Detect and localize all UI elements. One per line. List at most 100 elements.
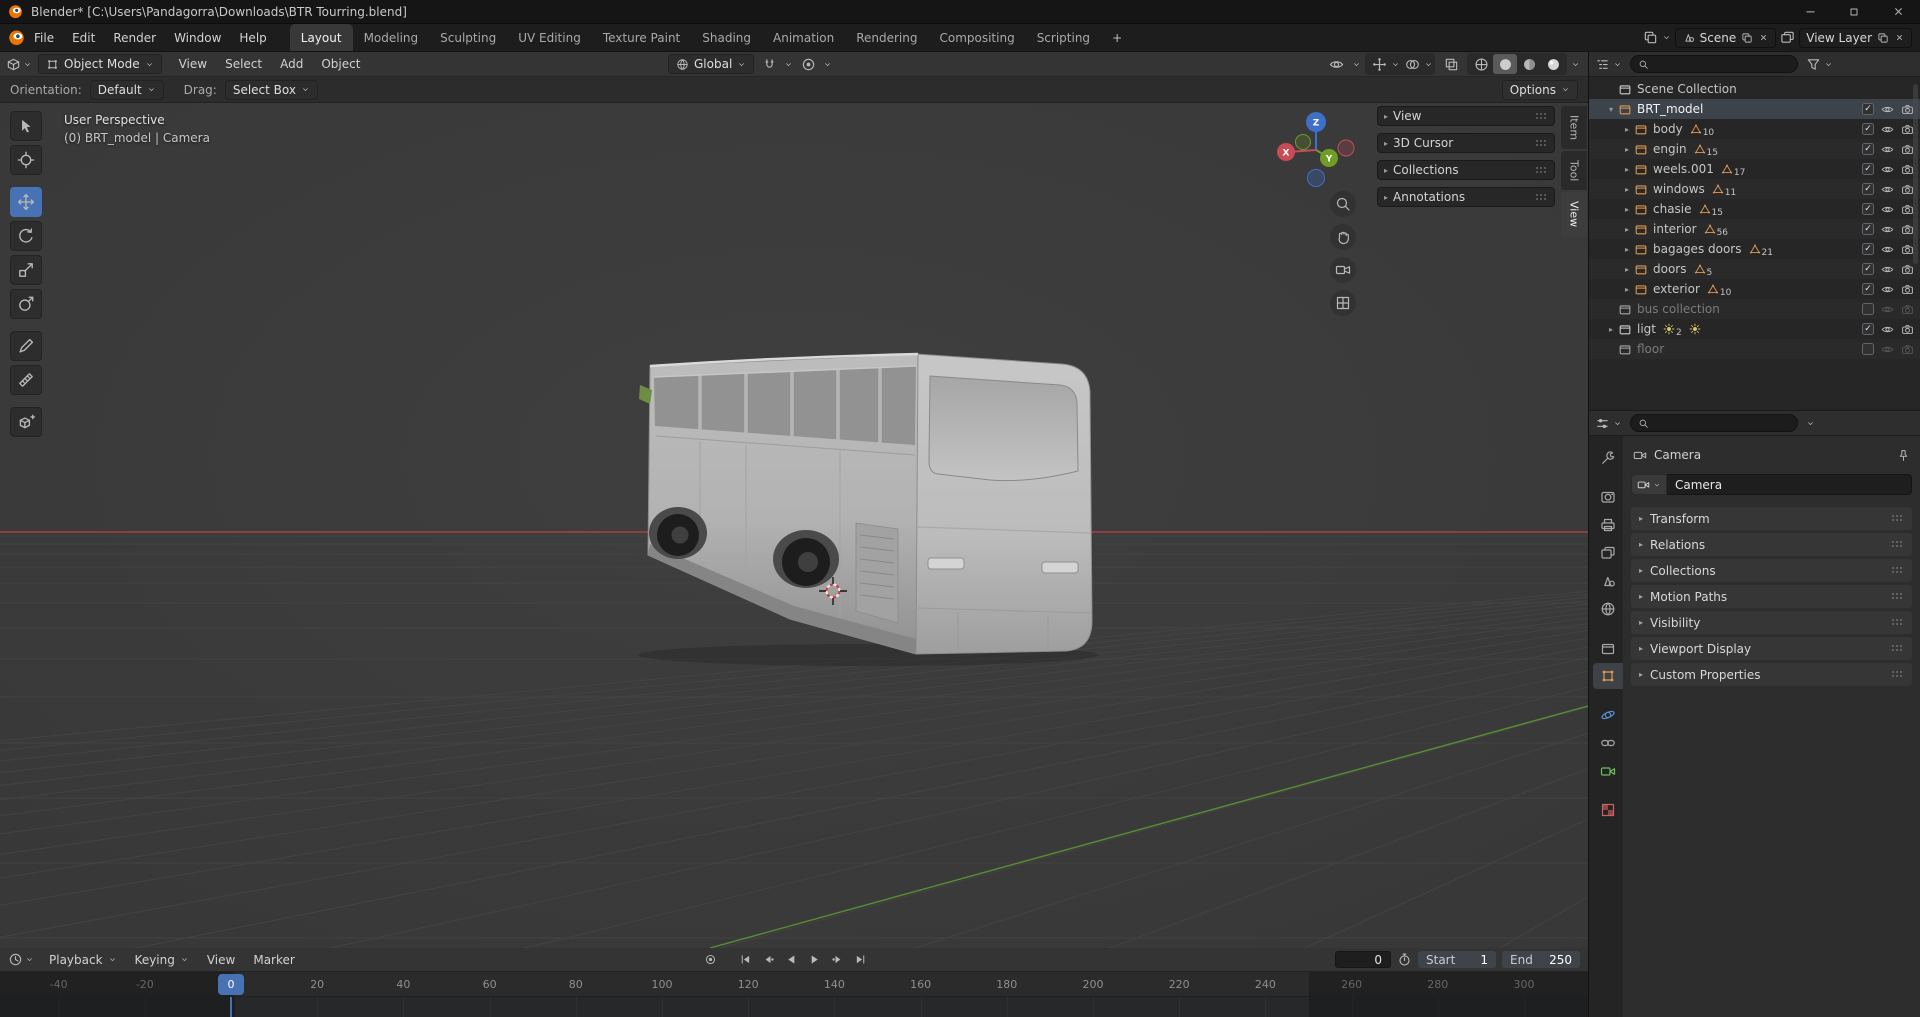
workspace-tab-compositing[interactable]: Compositing: [928, 24, 1025, 51]
tool-cursor[interactable]: [10, 145, 42, 175]
editor-type-chevron-icon[interactable]: [23, 60, 32, 69]
proportional-chevron-icon[interactable]: [823, 60, 832, 69]
exclude-checkbox[interactable]: [1862, 223, 1874, 235]
exclude-checkbox[interactable]: [1862, 103, 1874, 115]
workspace-tab-layout[interactable]: Layout: [290, 24, 353, 51]
timeline-editor-chevron-icon[interactable]: [25, 955, 34, 964]
proportional-editing-toggle[interactable]: [796, 54, 820, 74]
outliner-row-exterior[interactable]: ▸exterior10: [1589, 279, 1920, 299]
start-frame-field[interactable]: Start 1: [1418, 951, 1496, 968]
pin-icon[interactable]: [1897, 449, 1910, 462]
panel-viewport-display[interactable]: ▸Viewport Display: [1631, 637, 1912, 660]
panel-transform[interactable]: ▸Transform: [1631, 507, 1912, 530]
jump-start-button[interactable]: [735, 951, 756, 969]
hide-in-viewport-toggle[interactable]: [1881, 183, 1894, 196]
expand-arrow-icon[interactable]: ▸: [1621, 225, 1633, 234]
outliner-row-engin[interactable]: ▸engin15: [1589, 139, 1920, 159]
show-overlays-toggle[interactable]: [1400, 54, 1424, 74]
axis-minus-x-ball[interactable]: [1338, 140, 1354, 156]
overlays-chevron-icon[interactable]: [1424, 60, 1433, 69]
outliner-row-doors[interactable]: ▸doors5: [1589, 259, 1920, 279]
workspace-tab-shading[interactable]: Shading: [691, 24, 762, 51]
workspace-tab-texture-paint[interactable]: Texture Paint: [592, 24, 691, 51]
expand-arrow-icon[interactable]: ▾: [1605, 105, 1617, 114]
viewport-menu-view[interactable]: View: [170, 53, 216, 75]
npanel-tab-view[interactable]: View: [1561, 192, 1587, 236]
nav-perspective-toggle-button[interactable]: [1330, 290, 1356, 316]
viewport-menu-object[interactable]: Object: [312, 53, 369, 75]
id-type-button[interactable]: [1631, 474, 1667, 495]
npanel-section-3d-cursor[interactable]: ▸3D Cursor: [1377, 133, 1555, 153]
workspace-tab-animation[interactable]: Animation: [762, 24, 845, 51]
properties-tab-texture[interactable]: [1593, 797, 1623, 823]
exclude-checkbox[interactable]: [1862, 323, 1874, 335]
nav-zoom-button[interactable]: [1330, 191, 1356, 217]
hide-in-viewport-toggle[interactable]: [1881, 243, 1894, 256]
playhead-line[interactable]: [230, 997, 232, 1017]
remove-view-layer-icon[interactable]: [1894, 32, 1905, 43]
tool-annotate[interactable]: [10, 331, 42, 361]
end-frame-field[interactable]: End 250: [1502, 951, 1580, 968]
expand-arrow-icon[interactable]: ▸: [1621, 245, 1633, 254]
drag-grip-icon[interactable]: [1536, 167, 1548, 174]
properties-filter-chevron-icon[interactable]: [1806, 419, 1815, 428]
expand-arrow-icon[interactable]: ▸: [1621, 205, 1633, 214]
orientation-select[interactable]: Default: [90, 80, 164, 100]
outliner-row-floor[interactable]: floor: [1589, 339, 1920, 359]
show-gizmo-toggle[interactable]: [1367, 54, 1391, 74]
gizmo-chevron-icon[interactable]: [1391, 60, 1400, 69]
drag-grip-icon[interactable]: [1892, 515, 1904, 522]
shading-chevron-icon[interactable]: [1571, 60, 1580, 69]
close-button[interactable]: [1876, 0, 1920, 23]
disable-in-renders-toggle[interactable]: [1901, 323, 1914, 336]
snap-chevron-icon[interactable]: [784, 60, 793, 69]
panel-collections[interactable]: ▸Collections: [1631, 559, 1912, 582]
panel-custom-properties[interactable]: ▸Custom Properties: [1631, 663, 1912, 686]
npanel-section-annotations[interactable]: ▸Annotations: [1377, 187, 1555, 207]
workspace-tab-modeling[interactable]: Modeling: [353, 24, 430, 51]
panel-visibility[interactable]: ▸Visibility: [1631, 611, 1912, 634]
axis-minus-y-ball[interactable]: [1296, 135, 1311, 150]
next-keyframe-button[interactable]: [827, 951, 848, 969]
exclude-checkbox[interactable]: [1862, 243, 1874, 255]
properties-tab-render[interactable]: [1593, 484, 1623, 510]
drag-grip-icon[interactable]: [1892, 593, 1904, 600]
properties-editor-chevron-icon[interactable]: [1613, 419, 1622, 428]
panel-relations[interactable]: ▸Relations: [1631, 533, 1912, 556]
minimize-button[interactable]: [1788, 0, 1832, 23]
expand-arrow-icon[interactable]: ▸: [1621, 125, 1633, 134]
play-button[interactable]: [804, 951, 825, 969]
drag-grip-icon[interactable]: [1892, 541, 1904, 548]
viewport-menu-select[interactable]: Select: [216, 53, 271, 75]
nav-camera-view-button[interactable]: [1330, 257, 1356, 283]
exclude-checkbox[interactable]: [1862, 163, 1874, 175]
workspace-tab-sculpting[interactable]: Sculpting: [429, 24, 507, 51]
options-dropdown[interactable]: Options: [1502, 80, 1578, 100]
panel-motion-paths[interactable]: ▸Motion Paths: [1631, 585, 1912, 608]
view-layer-icon[interactable]: [1780, 30, 1795, 45]
timeline-menu-marker[interactable]: Marker: [244, 949, 303, 971]
object-name-field[interactable]: Camera: [1667, 474, 1912, 495]
expand-arrow-icon[interactable]: ▸: [1621, 145, 1633, 154]
browse-scene-icon[interactable]: [1643, 30, 1658, 45]
disable-in-renders-toggle[interactable]: [1901, 263, 1914, 276]
shading-material-button[interactable]: [1517, 54, 1541, 74]
expand-arrow-icon[interactable]: ▸: [1621, 165, 1633, 174]
viewport-editor-type-button[interactable]: [6, 57, 21, 72]
properties-editor-type-button[interactable]: [1595, 416, 1610, 431]
expand-arrow-icon[interactable]: ▸: [1621, 185, 1633, 194]
tool-scale[interactable]: [10, 255, 42, 285]
mode-dropdown[interactable]: Object Mode: [38, 54, 162, 74]
timeline-menu-keying[interactable]: Keying: [126, 949, 198, 971]
blender-menu-icon[interactable]: [8, 29, 25, 46]
outliner-editor-type-button[interactable]: [1595, 57, 1610, 72]
properties-search-input[interactable]: [1630, 414, 1798, 432]
axis-minus-z-ball[interactable]: [1308, 170, 1325, 187]
outliner-search-input[interactable]: [1630, 55, 1798, 73]
expand-arrow-icon[interactable]: ▸: [1621, 285, 1633, 294]
hide-in-viewport-toggle[interactable]: [1881, 203, 1894, 216]
workspace-tab-rendering[interactable]: Rendering: [845, 24, 928, 51]
properties-tab-constraints[interactable]: [1593, 730, 1623, 756]
hide-in-viewport-toggle[interactable]: [1881, 303, 1894, 316]
hide-in-viewport-toggle[interactable]: [1881, 143, 1894, 156]
